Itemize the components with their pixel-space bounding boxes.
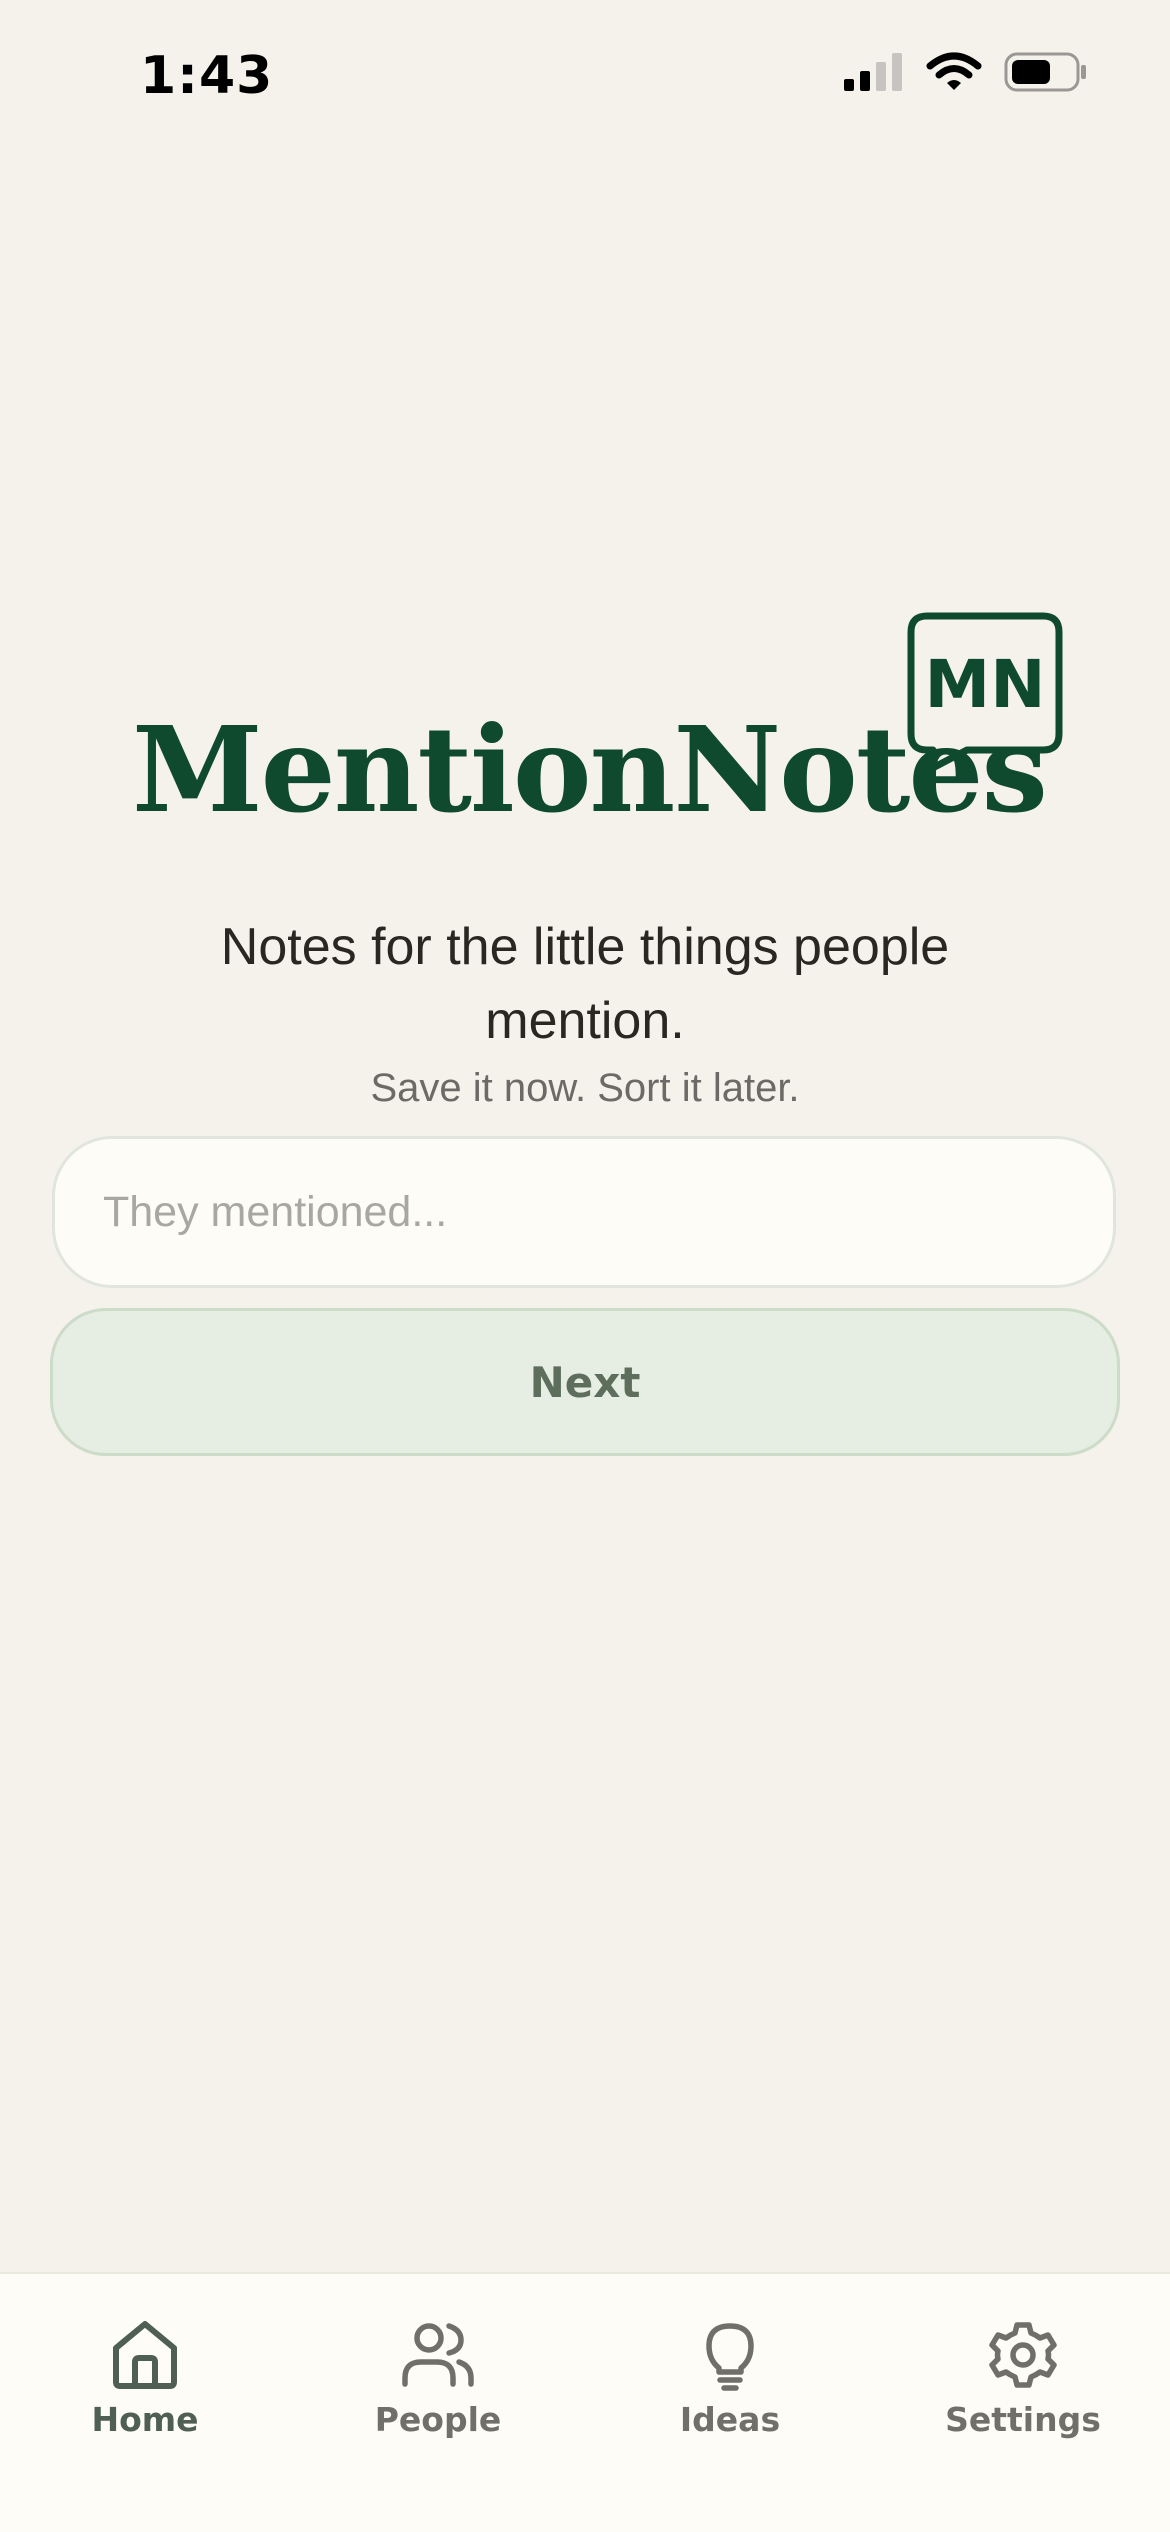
- people-icon: [402, 2323, 474, 2387]
- tab-ideas-label: Ideas: [679, 2400, 781, 2439]
- cellular-signal-icon: [844, 53, 902, 91]
- tab-ideas[interactable]: Ideas: [600, 2316, 860, 2439]
- status-time: 1:43: [140, 46, 274, 106]
- tab-people-label: People: [374, 2400, 502, 2439]
- tab-settings[interactable]: Settings: [893, 2316, 1153, 2439]
- home-icon: [113, 2321, 177, 2389]
- tab-settings-label: Settings: [945, 2400, 1101, 2439]
- status-icons: [842, 52, 1088, 92]
- tab-home-label: Home: [91, 2400, 199, 2439]
- tagline: Notes for the little things people menti…: [220, 918, 950, 1050]
- gear-icon: [989, 2322, 1057, 2388]
- lightbulb-icon: [706, 2323, 754, 2391]
- mention-input[interactable]: [52, 1136, 1116, 1288]
- speech-bubble-logo-icon: MN: [907, 612, 1063, 776]
- app-logo: MentionNotes MN: [0, 600, 1170, 840]
- battery-icon: [1004, 52, 1086, 92]
- wifi-icon: [926, 52, 982, 90]
- tab-home[interactable]: Home: [15, 2316, 275, 2439]
- subtitle: Save it now. Sort it later.: [370, 1066, 800, 1110]
- tab-people[interactable]: People: [308, 2316, 568, 2439]
- status-bar: 1:43: [0, 0, 1170, 150]
- tab-bar: Home People Ideas Settings: [0, 2272, 1170, 2532]
- next-button[interactable]: Next: [50, 1308, 1120, 1456]
- logo-badge-text: MN: [925, 646, 1046, 723]
